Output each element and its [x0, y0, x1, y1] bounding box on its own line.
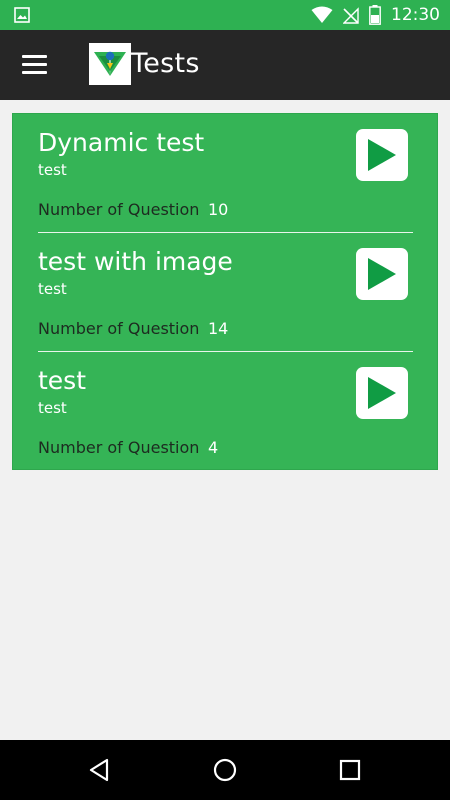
play-button[interactable] [356, 367, 408, 419]
test-subtitle: test [38, 280, 67, 298]
recents-icon[interactable] [336, 756, 364, 784]
test-name: test [38, 366, 87, 395]
status-time: 12:30 [391, 5, 440, 25]
page-title: Tests [131, 48, 200, 79]
play-button[interactable] [356, 248, 408, 300]
no-signal-icon [343, 7, 359, 24]
navigation-bar [0, 740, 450, 800]
play-icon [368, 139, 396, 171]
battery-icon [369, 5, 381, 25]
play-icon [368, 258, 396, 290]
wifi-icon [311, 6, 333, 23]
home-icon[interactable] [211, 756, 239, 784]
test-name: test with image [38, 247, 233, 276]
question-count-value: 14 [208, 319, 229, 338]
question-count-value: 10 [208, 200, 229, 219]
test-item[interactable]: test with image test Number of Question … [13, 233, 437, 352]
question-count-label: Number of Question [38, 200, 200, 219]
back-icon[interactable] [86, 756, 114, 784]
play-button[interactable] [356, 129, 408, 181]
test-item[interactable]: test test Number of Question 4 [13, 352, 437, 471]
question-count-value: 4 [208, 438, 219, 457]
test-name: Dynamic test [38, 128, 205, 157]
image-icon [14, 7, 30, 23]
status-bar: 12:30 [0, 0, 450, 30]
test-list: Dynamic test test Number of Question 10 … [12, 113, 438, 470]
screen: 12:30 Tests Dynamic test test Number of … [0, 0, 450, 800]
play-icon [368, 377, 396, 409]
test-subtitle: test [38, 399, 67, 417]
app-bar: Tests [0, 30, 450, 100]
question-count-label: Number of Question [38, 319, 200, 338]
test-item[interactable]: Dynamic test test Number of Question 10 [13, 114, 437, 233]
question-count-label: Number of Question [38, 438, 200, 457]
menu-icon[interactable] [22, 55, 48, 75]
status-icons: 12:30 [311, 0, 440, 30]
test-subtitle: test [38, 161, 67, 179]
app-logo [89, 43, 131, 85]
